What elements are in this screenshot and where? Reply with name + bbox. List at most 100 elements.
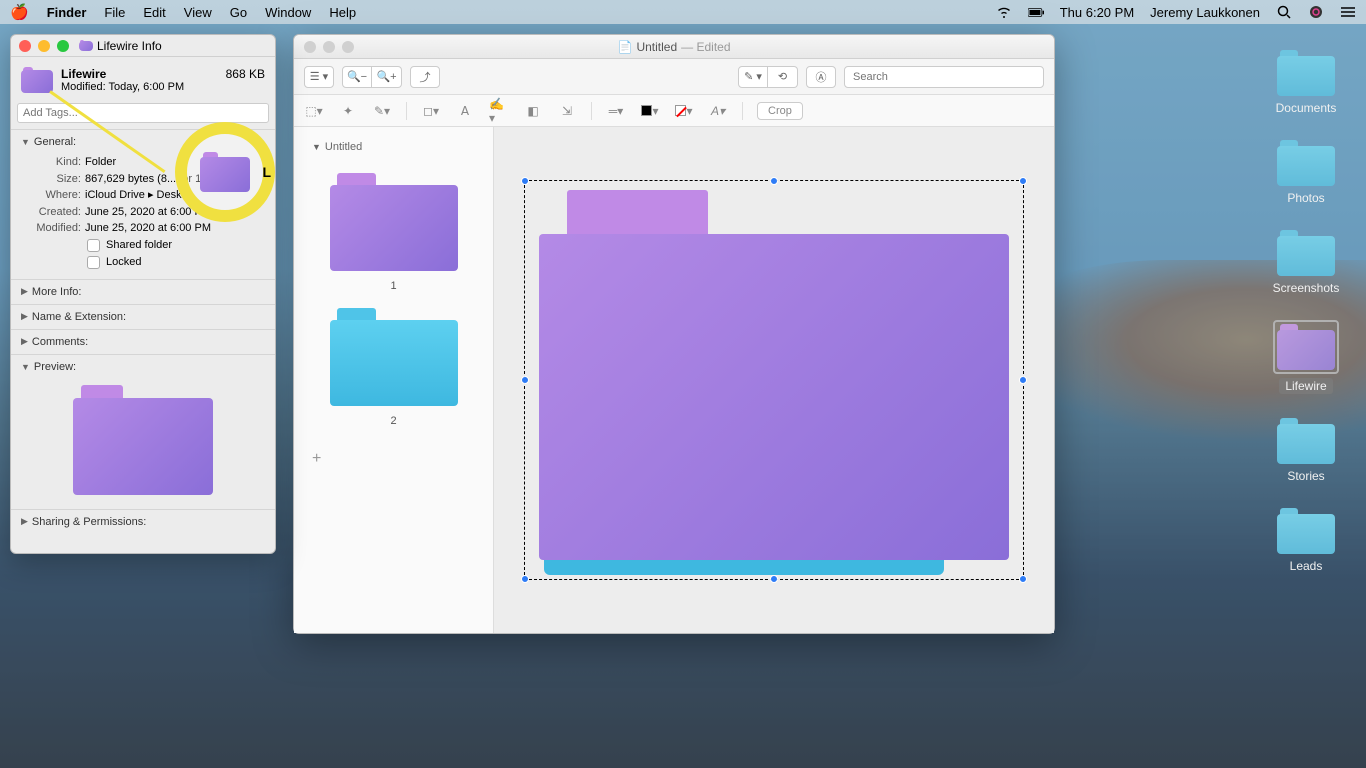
menu-go[interactable]: Go bbox=[230, 5, 247, 20]
desktop-icons: Documents Photos Screenshots Lifewire St… bbox=[1266, 50, 1346, 574]
info-header-folder-icon[interactable] bbox=[21, 67, 53, 93]
value-size: 867,629 bytes (8... for 1 item bbox=[85, 171, 265, 188]
menubar-clock[interactable]: Thu 6:20 PM bbox=[1060, 5, 1134, 20]
minimize-icon[interactable] bbox=[38, 40, 50, 52]
shapes-icon[interactable]: ◻▾ bbox=[421, 101, 441, 121]
desktop-folder-leads[interactable]: Leads bbox=[1266, 508, 1346, 574]
desktop-folder-documents[interactable]: Documents bbox=[1266, 50, 1346, 116]
preview-sidebar: ▼Untitled 1 2 + bbox=[294, 127, 494, 633]
close-icon[interactable] bbox=[19, 40, 31, 52]
info-modified-summary: Modified: Today, 6:00 PM bbox=[61, 81, 218, 93]
section-comments[interactable]: ▶Comments: bbox=[21, 334, 265, 350]
menu-file[interactable]: File bbox=[104, 5, 125, 20]
shared-folder-label: Shared folder bbox=[106, 239, 172, 251]
preview-canvas[interactable] bbox=[494, 127, 1054, 633]
fill-color-icon[interactable]: ▾ bbox=[674, 101, 694, 121]
app-menu[interactable]: Finder bbox=[47, 5, 87, 20]
zoom-icon[interactable] bbox=[342, 41, 354, 53]
label-where: Where: bbox=[29, 187, 81, 204]
shared-folder-checkbox[interactable] bbox=[87, 239, 100, 252]
siri-icon[interactable] bbox=[1308, 4, 1324, 20]
adjust-color-icon[interactable]: ◧ bbox=[523, 101, 543, 121]
locked-checkbox[interactable] bbox=[87, 256, 100, 269]
menu-help[interactable]: Help bbox=[329, 5, 356, 20]
markup-button[interactable]: Ⓐ bbox=[806, 66, 836, 88]
sidebar-header[interactable]: ▼Untitled bbox=[304, 137, 483, 157]
menu-window[interactable]: Window bbox=[265, 5, 311, 20]
preview-titlebar[interactable]: 📄Untitled — Edited bbox=[294, 35, 1054, 59]
desktop-folder-lifewire[interactable]: Lifewire bbox=[1266, 320, 1346, 394]
markup-toolbar: ⬚▾ ✦ ✎▾ ◻▾ 𝖠 ✍▾ ◧ ⇲ ═▾ ▾ ▾ A▾ Crop bbox=[294, 95, 1054, 127]
value-where: iCloud Drive ▸ Deskt... bbox=[85, 187, 265, 204]
resize-handle-n[interactable] bbox=[770, 177, 778, 185]
border-style-icon[interactable]: ═▾ bbox=[606, 101, 626, 121]
thumbnail-2[interactable]: 2 bbox=[314, 307, 474, 427]
zoom-out-button[interactable]: 🔍− bbox=[342, 66, 372, 88]
value-created: June 25, 2020 at 6:00 PM bbox=[85, 204, 265, 221]
notification-center-icon[interactable] bbox=[1340, 4, 1356, 20]
info-file-name: Lifewire bbox=[61, 67, 218, 81]
section-general[interactable]: ▼General: bbox=[21, 134, 265, 150]
add-page-button[interactable]: + bbox=[304, 442, 483, 476]
desktop-folder-photos[interactable]: Photos bbox=[1266, 140, 1346, 206]
font-style-icon[interactable]: A▾ bbox=[708, 101, 728, 121]
tags-input[interactable] bbox=[17, 103, 269, 123]
minimize-icon[interactable] bbox=[323, 41, 335, 53]
section-preview[interactable]: ▼Preview: bbox=[21, 359, 265, 375]
menu-edit[interactable]: Edit bbox=[143, 5, 165, 20]
highlight-button[interactable]: ✎ ▾ bbox=[738, 66, 768, 88]
search-input[interactable] bbox=[844, 66, 1044, 88]
selection-marquee[interactable] bbox=[524, 180, 1024, 580]
rotate-button[interactable]: ⟲ bbox=[768, 66, 798, 88]
info-header: Lifewire Modified: Today, 6:00 PM 868 KB bbox=[11, 57, 275, 103]
resize-handle-se[interactable] bbox=[1019, 575, 1027, 583]
sidebar-toggle-button[interactable]: ☰ ▾ bbox=[304, 66, 334, 88]
info-titlebar[interactable]: Lifewire Info bbox=[11, 35, 275, 57]
section-name-ext[interactable]: ▶Name & Extension: bbox=[21, 309, 265, 325]
desktop-folder-screenshots[interactable]: Screenshots bbox=[1266, 230, 1346, 296]
label-size: Size: bbox=[29, 171, 81, 188]
preview-folder-icon bbox=[73, 385, 213, 495]
label-kind: Kind: bbox=[29, 154, 81, 171]
thumbnail-1[interactable]: 1 bbox=[314, 172, 474, 292]
folder-icon bbox=[79, 40, 93, 51]
selection-tool-icon[interactable]: ⬚▾ bbox=[304, 101, 324, 121]
preview-window: 📄Untitled — Edited ☰ ▾ 🔍− 🔍+ ⤴ ✎ ▾ ⟲ Ⓐ ⬚… bbox=[293, 34, 1055, 634]
menubar: 🍎 Finder File Edit View Go Window Help T… bbox=[0, 0, 1366, 24]
label-modified: Modified: bbox=[29, 220, 81, 237]
section-more-info[interactable]: ▶More Info: bbox=[21, 284, 265, 300]
desktop-folder-stories[interactable]: Stories bbox=[1266, 418, 1346, 484]
adjust-size-icon[interactable]: ⇲ bbox=[557, 101, 577, 121]
info-window-title: Lifewire Info bbox=[97, 39, 162, 53]
apple-menu-icon[interactable]: 🍎 bbox=[10, 3, 29, 21]
border-color-icon[interactable]: ▾ bbox=[640, 101, 660, 121]
share-button[interactable]: ⤴ bbox=[410, 66, 440, 88]
zoom-in-button[interactable]: 🔍+ bbox=[372, 66, 402, 88]
pencil-icon[interactable]: ✎▾ bbox=[372, 101, 392, 121]
text-icon[interactable]: 𝖠 bbox=[455, 101, 475, 121]
spotlight-icon[interactable] bbox=[1276, 4, 1292, 20]
menubar-user[interactable]: Jeremy Laukkonen bbox=[1150, 5, 1260, 20]
menu-view[interactable]: View bbox=[184, 5, 212, 20]
resize-handle-w[interactable] bbox=[521, 376, 529, 384]
crop-button[interactable]: Crop bbox=[757, 102, 803, 120]
resize-handle-nw[interactable] bbox=[521, 177, 529, 185]
value-modified: June 25, 2020 at 6:00 PM bbox=[85, 220, 265, 237]
zoom-icon[interactable] bbox=[57, 40, 69, 52]
resize-handle-sw[interactable] bbox=[521, 575, 529, 583]
preview-title-text: Untitled bbox=[636, 40, 677, 54]
sign-icon[interactable]: ✍▾ bbox=[489, 101, 509, 121]
resize-handle-ne[interactable] bbox=[1019, 177, 1027, 185]
value-kind: Folder bbox=[85, 154, 265, 171]
battery-icon[interactable] bbox=[1028, 4, 1044, 20]
preview-toolbar: ☰ ▾ 🔍− 🔍+ ⤴ ✎ ▾ ⟲ Ⓐ bbox=[294, 59, 1054, 95]
close-icon[interactable] bbox=[304, 41, 316, 53]
instant-alpha-icon[interactable]: ✦ bbox=[338, 101, 358, 121]
wifi-icon[interactable] bbox=[996, 4, 1012, 20]
preview-edited-status: — Edited bbox=[681, 40, 730, 54]
section-sharing[interactable]: ▶Sharing & Permissions: bbox=[21, 514, 265, 530]
document-icon: 📄 bbox=[618, 40, 633, 54]
resize-handle-e[interactable] bbox=[1019, 376, 1027, 384]
resize-handle-s[interactable] bbox=[770, 575, 778, 583]
info-file-size: 868 KB bbox=[226, 67, 265, 81]
